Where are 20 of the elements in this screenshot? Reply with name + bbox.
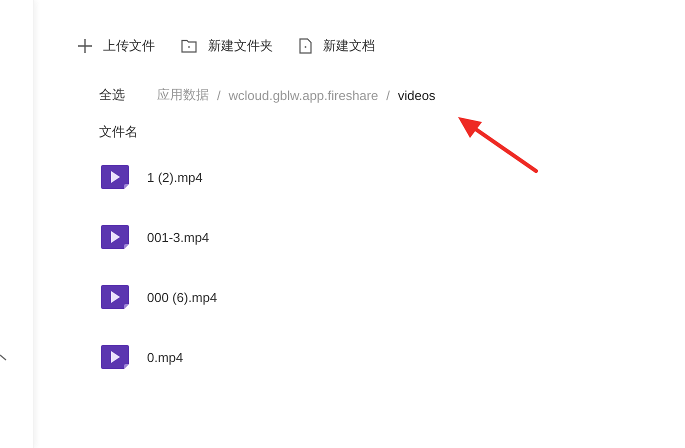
file-name[interactable]: 1 (2).mp4: [147, 170, 203, 184]
column-header: 文件名: [99, 123, 139, 141]
select-all-link[interactable]: 全选: [99, 86, 125, 104]
video-file-icon: [101, 345, 129, 369]
upload-button[interactable]: 上传文件: [78, 37, 155, 55]
document-icon: [299, 38, 312, 54]
breadcrumb-separator: /: [386, 88, 390, 102]
video-file-icon: [101, 225, 129, 249]
breadcrumb-item[interactable]: videos: [398, 88, 436, 102]
chevron-icon[interactable]: [0, 354, 8, 362]
file-name[interactable]: 000 (6).mp4: [147, 290, 218, 304]
video-file-icon: [101, 285, 129, 309]
plus-icon: [78, 39, 92, 53]
breadcrumb-separator: /: [217, 88, 221, 102]
video-file-icon: [101, 165, 129, 189]
new-folder-button[interactable]: 新建文件夹: [181, 37, 273, 55]
file-name[interactable]: 0.mp4: [147, 350, 184, 364]
folder-icon: [181, 39, 197, 53]
file-name[interactable]: 001-3.mp4: [147, 230, 210, 244]
new-document-button[interactable]: 新建文档: [299, 37, 375, 55]
